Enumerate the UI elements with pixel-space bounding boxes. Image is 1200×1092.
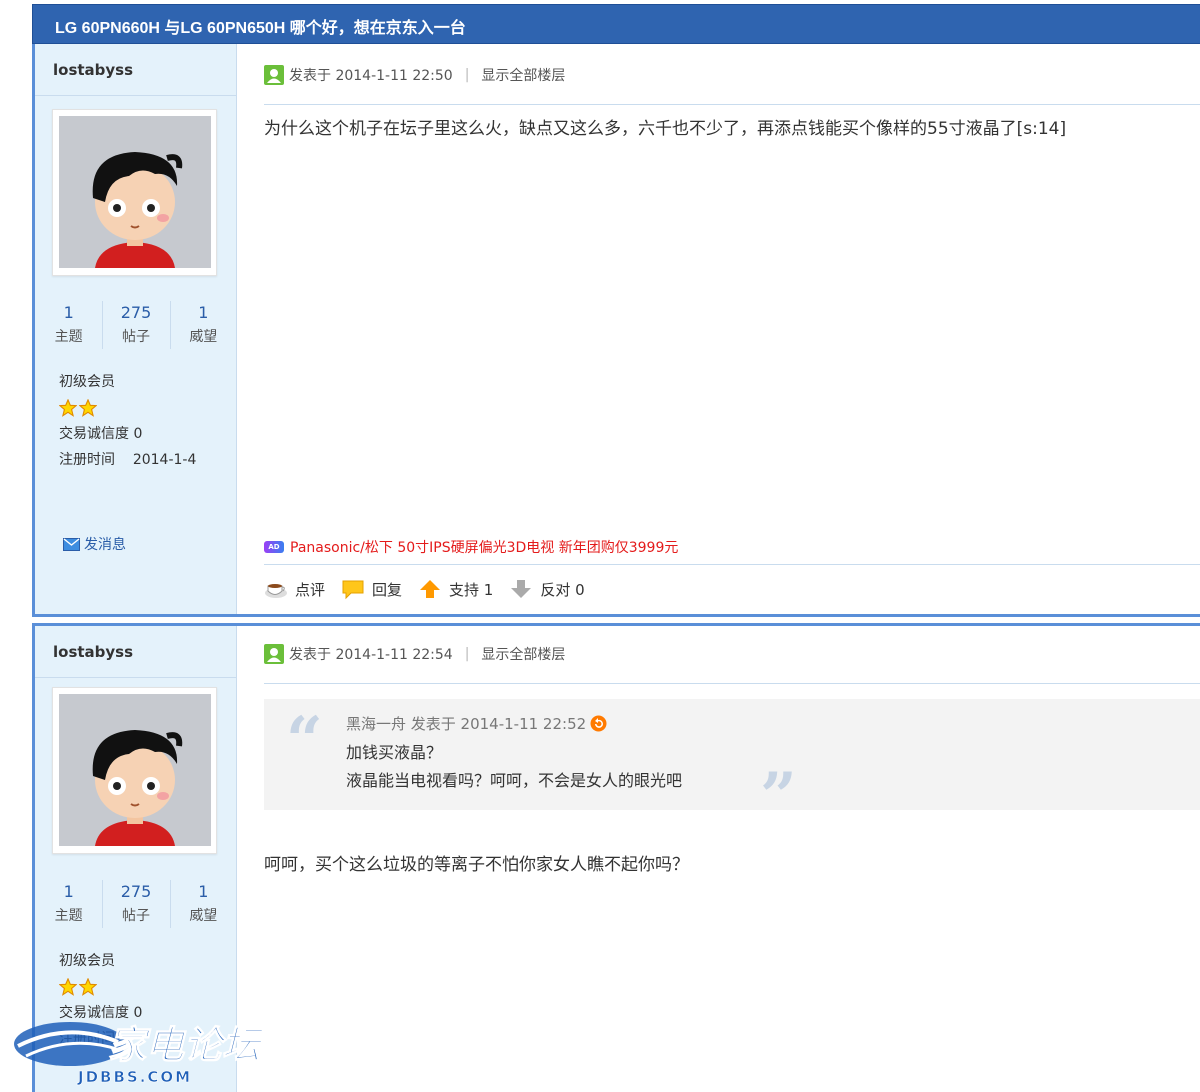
quote-block: “ 黑海一舟 发表于 2014-1-11 22:52 加钱买液晶？ 液晶能当电视… — [264, 699, 1200, 834]
quote-author-time: 黑海一舟 发表于 2014-1-11 22:52 — [346, 715, 587, 733]
meta-divider: | — [464, 67, 470, 83]
author-name[interactable]: lostabyss — [35, 626, 236, 678]
star-icon — [79, 399, 97, 417]
jump-to-post-icon[interactable] — [590, 715, 607, 732]
author-stats: 1 主题 275 帖子 1 威望 — [35, 880, 237, 932]
mail-icon — [63, 537, 80, 551]
stat-prestige-count: 1 — [198, 882, 209, 901]
stat-threads[interactable]: 1 主题 — [35, 880, 102, 932]
avatar[interactable] — [52, 687, 217, 854]
stat-prestige-count: 1 — [198, 303, 209, 322]
stat-prestige[interactable]: 1 威望 — [169, 301, 237, 353]
stat-threads-count: 1 — [63, 303, 74, 322]
stat-posts-label: 帖子 — [121, 329, 150, 345]
stat-threads-label: 主题 — [54, 329, 83, 345]
register-time: 注册时间 2014-1-4 — [59, 447, 196, 473]
meta-divider-line — [264, 104, 1200, 105]
stat-posts[interactable]: 275 帖子 — [102, 301, 169, 353]
show-all-floors-link[interactable]: 显示全部楼层 — [481, 65, 565, 85]
register-label: 注册时间 — [59, 452, 115, 468]
user-online-icon — [264, 644, 284, 664]
post-actions: 点评 回复 支持 1 反对 0 — [264, 578, 601, 600]
post-meta: 发表于 2014-1-11 22:50 | 显示全部楼层 — [264, 65, 565, 85]
arrow-down-icon — [511, 580, 532, 598]
post-time: 发表于 2014-1-11 22:54 — [289, 647, 453, 663]
close-quote-icon: ” — [760, 759, 797, 834]
rank-stars — [59, 395, 196, 421]
thread-title: LG 60PN660H 与LG 60PN650H 哪个好，想在京东入一台 — [55, 20, 466, 37]
speech-bubble-icon — [342, 580, 364, 600]
stat-posts-label: 帖子 — [121, 908, 150, 924]
trade-credit: 交易诚信度 0 — [59, 426, 143, 442]
post-main: 发表于 2014-1-11 22:50 | 显示全部楼层 为什么这个机子在坛子里… — [238, 44, 1200, 614]
comment-button[interactable]: 点评 — [264, 578, 325, 600]
stat-prestige-label: 威望 — [189, 908, 218, 924]
avatar-icon — [59, 694, 211, 846]
author-info: 初级会员 交易诚信度 0 注册时间 2014-1-4 — [59, 369, 196, 473]
support-label: 支持 1 — [449, 580, 494, 599]
send-message-label: 发消息 — [84, 537, 126, 553]
post-body: 为什么这个机子在坛子里这么火，缺点又这么多，六千也不少了，再添点钱能买个像样的5… — [264, 119, 1067, 139]
star-icon — [59, 978, 77, 996]
thread-header: LG 60PN660H 与LG 60PN650H 哪个好，想在京东入一台 — [32, 4, 1200, 44]
watermark-url: JDBBS.COM — [77, 1068, 192, 1086]
author-name[interactable]: lostabyss — [35, 44, 236, 96]
stat-threads-label: 主题 — [54, 908, 83, 924]
stat-posts[interactable]: 275 帖子 — [102, 880, 169, 932]
reply-label: 回复 — [372, 580, 403, 599]
quote-line: 加钱买液晶？ — [346, 743, 443, 762]
watermark-name: 家电论坛 — [108, 1023, 265, 1067]
author-sidebar: lostabyss 1 主题 275 帖子 — [35, 44, 237, 614]
avatar-icon — [59, 116, 211, 268]
post-body: 呵呵，买个这么垃圾的等离子不怕你家女人瞧不起你吗？ — [264, 855, 689, 875]
user-online-icon — [264, 65, 284, 85]
arrow-up-icon — [420, 580, 441, 598]
author-rank[interactable]: 初级会员 — [59, 948, 142, 974]
avatar[interactable] — [52, 109, 217, 276]
meta-divider: | — [464, 646, 470, 662]
register-date: 2014-1-4 — [132, 452, 197, 468]
post-time: 发表于 2014-1-11 22:50 — [289, 68, 453, 84]
oppose-button[interactable]: 反对 0 — [509, 578, 585, 600]
reply-button[interactable]: 回复 — [341, 578, 402, 600]
site-watermark-logo: 家电论坛 JDBBS.COM — [14, 1022, 266, 1086]
stat-threads-count: 1 — [63, 882, 74, 901]
oppose-label: 反对 0 — [540, 580, 585, 599]
meta-divider-line — [264, 683, 1200, 684]
ad-badge: AD — [264, 541, 284, 553]
star-icon — [79, 978, 97, 996]
actions-divider — [264, 564, 1200, 565]
post-meta: 发表于 2014-1-11 22:54 | 显示全部楼层 — [264, 644, 565, 664]
ad-link[interactable]: AD Panasonic/松下 50寸IPS硬屏偏光3D电视 新年团购仅3999… — [264, 537, 678, 557]
author-stats: 1 主题 275 帖子 1 威望 — [35, 301, 237, 353]
open-quote-icon: “ — [286, 703, 323, 778]
coffee-cup-icon — [265, 584, 287, 598]
ad-text: Panasonic/松下 50寸IPS硬屏偏光3D电视 新年团购仅3999元 — [290, 540, 679, 556]
stat-posts-count: 275 — [120, 303, 152, 322]
star-icon — [59, 399, 77, 417]
support-button[interactable]: 支持 1 — [418, 578, 493, 600]
rank-stars — [59, 974, 142, 1000]
stat-threads[interactable]: 1 主题 — [35, 301, 102, 353]
stat-prestige-label: 威望 — [189, 329, 218, 345]
quote-line: 液晶能当电视看吗？呵呵，不会是女人的眼光吧 — [346, 771, 683, 790]
author-rank[interactable]: 初级会员 — [59, 369, 196, 395]
post-main: 发表于 2014-1-11 22:54 | 显示全部楼层 “ 黑海一舟 发表于 … — [238, 626, 1200, 1092]
send-message-link[interactable]: 发消息 — [63, 534, 126, 554]
stat-prestige[interactable]: 1 威望 — [169, 880, 237, 932]
show-all-floors-link[interactable]: 显示全部楼层 — [481, 644, 565, 664]
post-1: lostabyss 1 主题 275 帖子 1 威望 初级会员 交易诚信度 0 … — [32, 44, 1200, 617]
quote-header: 黑海一舟 发表于 2014-1-11 22:52 — [346, 713, 607, 734]
comment-label: 点评 — [295, 580, 326, 599]
stat-posts-count: 275 — [120, 882, 152, 901]
